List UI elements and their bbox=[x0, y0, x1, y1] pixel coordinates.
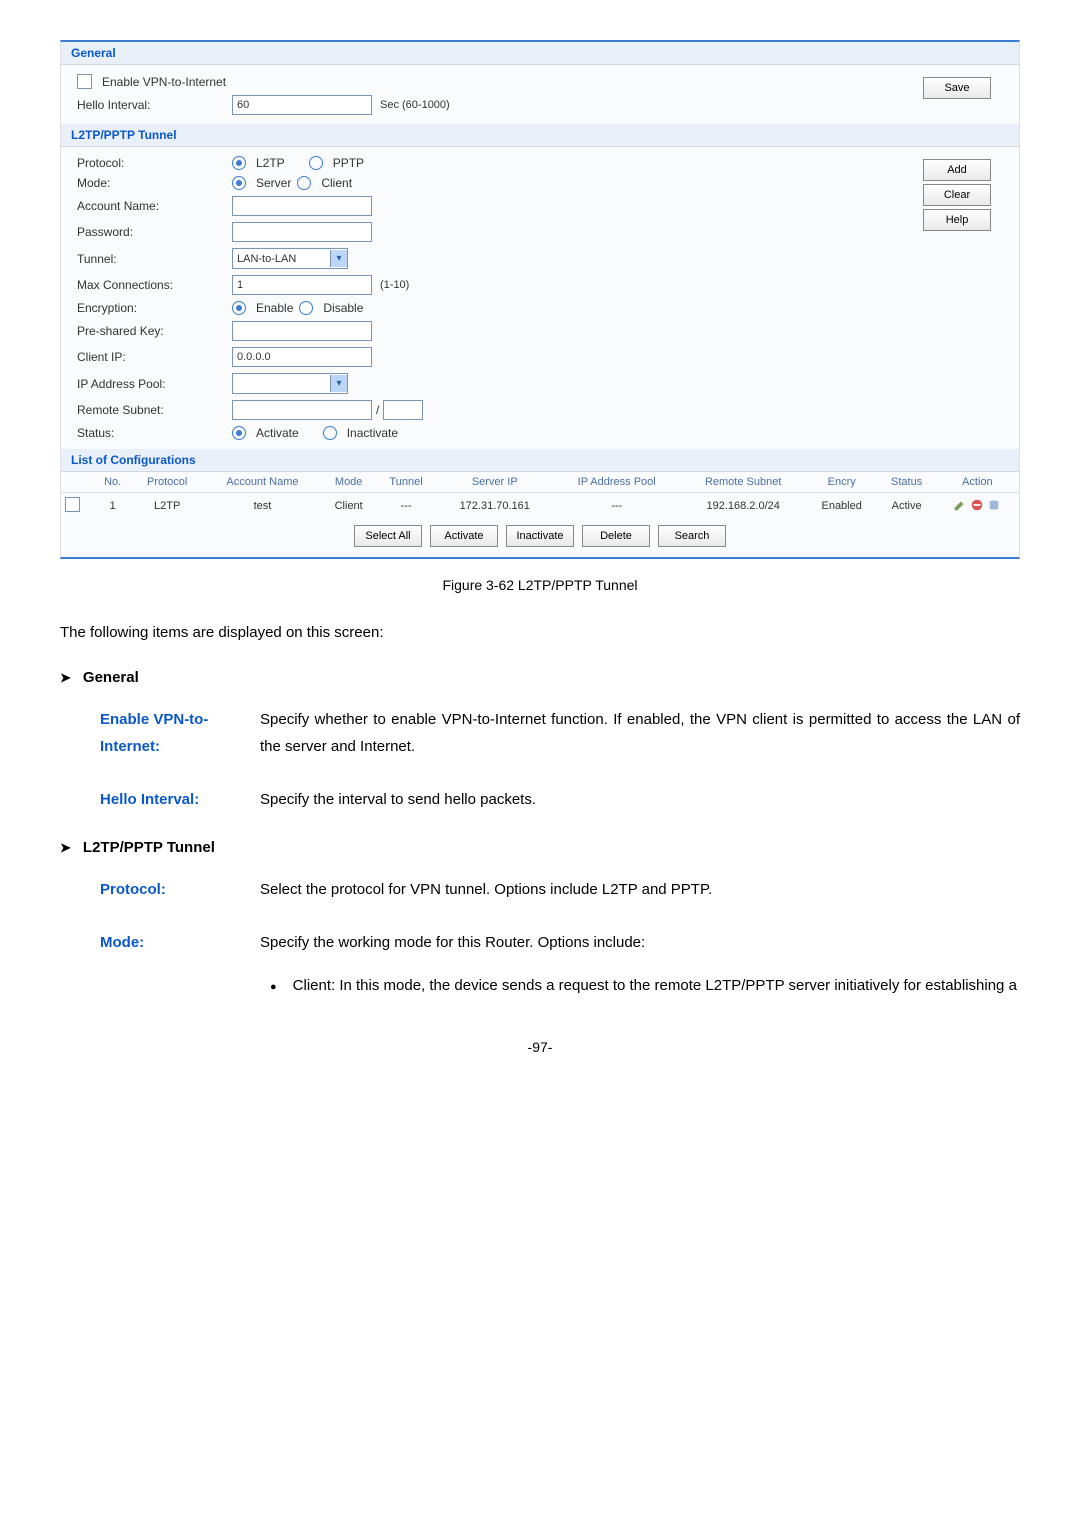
section-heading-general: General bbox=[60, 669, 1020, 686]
protocol-pptp-text: PPTP bbox=[333, 156, 364, 170]
tunnel-select[interactable]: LAN-to-LAN ▾ bbox=[232, 248, 348, 269]
password-label: Password: bbox=[77, 225, 232, 239]
inactivate-button[interactable]: Inactivate bbox=[506, 525, 574, 547]
ippool-label: IP Address Pool: bbox=[77, 377, 232, 391]
desc-mode: Specify the working mode for this Router… bbox=[260, 929, 1017, 999]
encryption-disable-text: Disable bbox=[323, 301, 363, 315]
chevron-down-icon: ▾ bbox=[330, 250, 347, 267]
desc-hello-interval: Specify the interval to send hello packe… bbox=[260, 786, 536, 813]
protocol-pptp-radio[interactable] bbox=[309, 156, 323, 170]
hello-interval-hint: Sec (60-1000) bbox=[380, 99, 450, 111]
encryption-label: Encryption: bbox=[77, 301, 232, 315]
intro-text: The following items are displayed on thi… bbox=[60, 621, 1020, 645]
protocol-l2tp-radio[interactable] bbox=[232, 156, 246, 170]
term-mode: Mode: bbox=[100, 929, 260, 999]
psk-input[interactable] bbox=[232, 321, 372, 341]
edit-icon[interactable] bbox=[953, 498, 967, 512]
section-tunnel-title: L2TP/PPTP Tunnel bbox=[61, 124, 1019, 147]
info-icon[interactable] bbox=[987, 498, 1001, 512]
help-button[interactable]: Help bbox=[923, 209, 991, 231]
search-button[interactable]: Search bbox=[658, 525, 726, 547]
status-activate-text: Activate bbox=[256, 426, 299, 440]
status-inactivate-text: Inactivate bbox=[347, 426, 398, 440]
password-input[interactable] bbox=[232, 222, 372, 242]
mode-client-radio[interactable] bbox=[297, 176, 311, 190]
protocol-l2tp-text: L2TP bbox=[256, 156, 285, 170]
desc-enable-vpn: Specify whether to enable VPN-to-Interne… bbox=[260, 706, 1020, 760]
row-checkbox[interactable] bbox=[65, 497, 80, 512]
ippool-select[interactable]: ▾ bbox=[232, 373, 348, 394]
remotesubnet-sep: / bbox=[376, 403, 379, 417]
term-hello-interval: Hello Interval: bbox=[100, 786, 260, 813]
hello-interval-label: Hello Interval: bbox=[77, 98, 232, 112]
status-label: Status: bbox=[77, 426, 232, 440]
table-row[interactable]: 1 L2TP test Client --- 172.31.70.161 ---… bbox=[61, 493, 1019, 520]
clientip-input[interactable]: 0.0.0.0 bbox=[232, 347, 372, 367]
term-protocol: Protocol: bbox=[100, 876, 260, 903]
clientip-label: Client IP: bbox=[77, 350, 232, 364]
remotesubnet-input[interactable] bbox=[232, 400, 372, 420]
chevron-down-icon: ▾ bbox=[330, 375, 347, 392]
page-number: -97- bbox=[60, 1039, 1020, 1055]
add-button[interactable]: Add bbox=[923, 159, 991, 181]
account-input[interactable] bbox=[232, 196, 372, 216]
bullet-client: Client: In this mode, the device sends a… bbox=[293, 972, 1017, 999]
desc-protocol: Select the protocol for VPN tunnel. Opti… bbox=[260, 876, 712, 903]
encryption-enable-text: Enable bbox=[256, 301, 293, 315]
status-activate-radio[interactable] bbox=[232, 426, 246, 440]
section-general-title: General bbox=[61, 42, 1019, 65]
enable-vpn-checkbox[interactable] bbox=[77, 74, 92, 89]
term-enable-vpn: Enable VPN-to-Internet: bbox=[100, 706, 260, 760]
tunnel-label: Tunnel: bbox=[77, 252, 232, 266]
mode-server-radio[interactable] bbox=[232, 176, 246, 190]
enable-vpn-label: Enable VPN-to-Internet bbox=[102, 75, 226, 89]
mode-client-text: Client bbox=[321, 176, 352, 190]
maxconn-label: Max Connections: bbox=[77, 278, 232, 292]
account-label: Account Name: bbox=[77, 199, 232, 213]
encryption-enable-radio[interactable] bbox=[232, 301, 246, 315]
clear-button[interactable]: Clear bbox=[923, 184, 991, 206]
activate-button[interactable]: Activate bbox=[430, 525, 498, 547]
remotesubnet-label: Remote Subnet: bbox=[77, 403, 232, 417]
config-table: No. Protocol Account Name Mode Tunnel Se… bbox=[61, 472, 1019, 519]
psk-label: Pre-shared Key: bbox=[77, 324, 232, 338]
section-heading-tunnel: L2TP/PPTP Tunnel bbox=[60, 839, 1020, 856]
section-list-title: List of Configurations bbox=[61, 449, 1019, 472]
config-panel: General Save Enable VPN-to-Internet Hell… bbox=[60, 40, 1020, 559]
hello-interval-input[interactable]: 60 bbox=[232, 95, 372, 115]
delete-icon[interactable] bbox=[970, 498, 984, 512]
maxconn-hint: (1-10) bbox=[380, 279, 409, 291]
remotesubnet-mask-input[interactable] bbox=[383, 400, 423, 420]
save-button[interactable]: Save bbox=[923, 77, 991, 99]
delete-button[interactable]: Delete bbox=[582, 525, 650, 547]
figure-caption: Figure 3-62 L2TP/PPTP Tunnel bbox=[60, 577, 1020, 593]
mode-server-text: Server bbox=[256, 176, 291, 190]
maxconn-input[interactable]: 1 bbox=[232, 275, 372, 295]
mode-label: Mode: bbox=[77, 176, 232, 190]
protocol-label: Protocol: bbox=[77, 156, 232, 170]
select-all-button[interactable]: Select All bbox=[354, 525, 422, 547]
status-inactivate-radio[interactable] bbox=[323, 426, 337, 440]
encryption-disable-radio[interactable] bbox=[299, 301, 313, 315]
